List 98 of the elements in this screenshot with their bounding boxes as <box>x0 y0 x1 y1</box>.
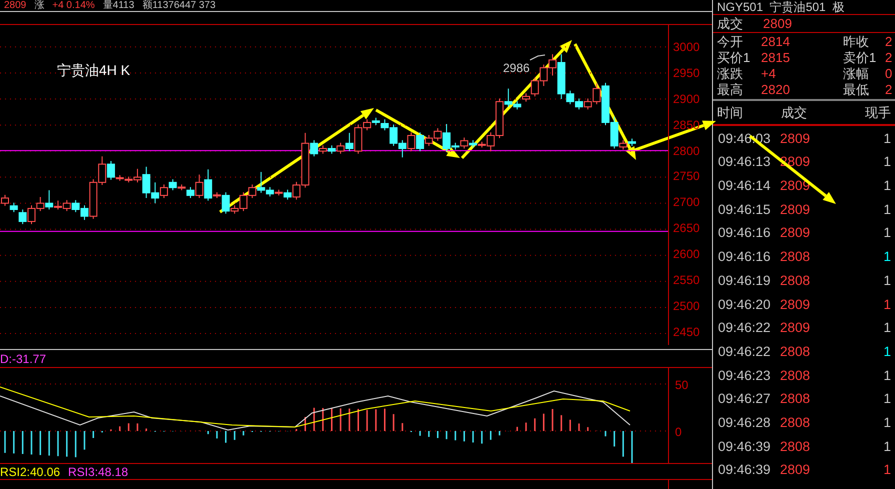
trade-time: 09:46:19 <box>718 272 772 290</box>
price-tick: 2850 <box>672 116 701 134</box>
stat-label: 最高 <box>717 82 744 98</box>
stat-label: 买价1 <box>717 50 752 66</box>
trade-time: 09:46:28 <box>718 414 772 432</box>
trade-time: 09:46:16 <box>718 224 772 242</box>
trade-volume: 1 <box>883 200 891 219</box>
trade-volume: 1 <box>883 438 891 456</box>
trade-time: 09:46:39 <box>718 438 772 456</box>
stat-label: 涨跌 <box>717 66 744 82</box>
last-price-value: 2809 <box>763 14 792 33</box>
rsi-label: RSI2:40.06 <box>0 464 60 480</box>
macd-label: D:-31.77 <box>0 350 46 368</box>
candle <box>72 200 80 213</box>
last-price-label: 成交 <box>717 14 743 33</box>
stat-label: 今开 <box>717 34 744 50</box>
trade-time: 09:46:14 <box>718 177 772 196</box>
quote-value: 2809 <box>4 0 26 11</box>
trade-price: 2808 <box>780 390 810 408</box>
trade-time: 09:46:22 <box>718 319 772 338</box>
quote-value: 量4113 <box>102 0 134 11</box>
stat-value: 2 <box>885 50 894 66</box>
trade-price: 2809 <box>780 200 810 219</box>
column-header: 时间 <box>717 104 744 122</box>
trade-price: 2808 <box>780 248 810 266</box>
trade-price: 2809 <box>780 461 810 480</box>
trade-volume: 1 <box>883 248 891 266</box>
price-tick: 2650 <box>672 220 701 238</box>
trade-price: 2809 <box>780 130 810 148</box>
candle <box>407 132 416 152</box>
trade-time: 09:46:22 <box>718 342 772 361</box>
stat-value: 2815 <box>761 50 791 66</box>
trade-volume: 1 <box>883 414 891 432</box>
trade-volume: 1 <box>883 342 891 361</box>
trade-time: 09:46:15 <box>718 200 772 219</box>
stat-label: 昨收 <box>843 34 870 50</box>
trade-volume: 1 <box>883 390 891 408</box>
trade-time: 09:46:16 <box>718 248 772 266</box>
trade-time: 09:46:27 <box>718 390 772 408</box>
trade-volume: 1 <box>883 296 891 314</box>
trade-price: 2809 <box>780 319 810 338</box>
trade-time: 09:46:39 <box>718 461 772 480</box>
price-tick: 2750 <box>672 168 701 186</box>
stat-value: 2 <box>885 82 894 98</box>
candle <box>62 200 71 212</box>
trade-volume: 1 <box>883 272 891 290</box>
price-tick: 2550 <box>672 272 701 290</box>
trade-price: 2809 <box>780 296 810 314</box>
column-header: 成交 <box>781 104 808 122</box>
instrument-header: NGY501 宁贵油501 极 <box>716 0 844 14</box>
trade-volume: 1 <box>883 319 891 338</box>
price-tick: 3000 <box>672 38 701 56</box>
price-tick: 2600 <box>672 246 701 264</box>
candle <box>398 140 406 158</box>
macd-tick: 50 <box>675 377 688 394</box>
price-tick: 2800 <box>672 142 701 160</box>
stat-value: 2814 <box>761 34 791 50</box>
trade-time: 09:46:23 <box>718 366 772 385</box>
candle <box>36 196 44 212</box>
stat-label: 最低 <box>843 82 870 98</box>
trade-volume: 1 <box>883 130 891 148</box>
column-header: 现手 <box>865 104 891 122</box>
price-tick: 2500 <box>672 298 701 316</box>
stat-value: +4 <box>761 66 777 82</box>
trade-price: 2808 <box>780 366 810 385</box>
price-tick: 2450 <box>672 324 701 341</box>
price-tick: 2900 <box>672 90 701 108</box>
trade-price: 2809 <box>780 224 810 242</box>
candle <box>328 144 336 154</box>
stat-label: 卖价1 <box>843 50 878 66</box>
stat-value: 2 <box>885 34 894 50</box>
candle <box>540 64 548 86</box>
leader-line <box>530 54 546 60</box>
quote-value: +4 0.14% <box>52 0 95 11</box>
candle <box>575 98 584 110</box>
trade-volume: 1 <box>883 366 891 385</box>
macd-tick: 0 <box>675 424 682 441</box>
trade-volume: 1 <box>883 461 891 480</box>
trade-price: 2808 <box>780 438 810 456</box>
chart-title: 宁贵油4H K <box>57 61 130 80</box>
stat-value: 2820 <box>761 82 791 98</box>
stat-value: 0 <box>885 66 894 82</box>
trade-volume: 1 <box>883 224 891 242</box>
trade-time: 09:46:20 <box>718 296 772 314</box>
price-tick: 2700 <box>672 194 701 212</box>
stat-label: 涨幅 <box>843 66 870 82</box>
price-tick: 2950 <box>672 64 701 82</box>
trade-price: 2808 <box>780 272 810 290</box>
trade-price: 2809 <box>780 177 810 196</box>
trade-time: 09:46:13 <box>718 153 772 172</box>
quote-value: 涨 <box>34 0 44 11</box>
trade-volume: 1 <box>883 177 891 196</box>
peak-label: 2986 <box>503 60 530 77</box>
rsi-label: RSI3:48.18 <box>68 464 128 480</box>
trade-volume: 1 <box>883 153 891 172</box>
trade-price: 2808 <box>780 342 810 361</box>
candle <box>372 117 380 126</box>
trade-price: 2808 <box>780 414 810 432</box>
